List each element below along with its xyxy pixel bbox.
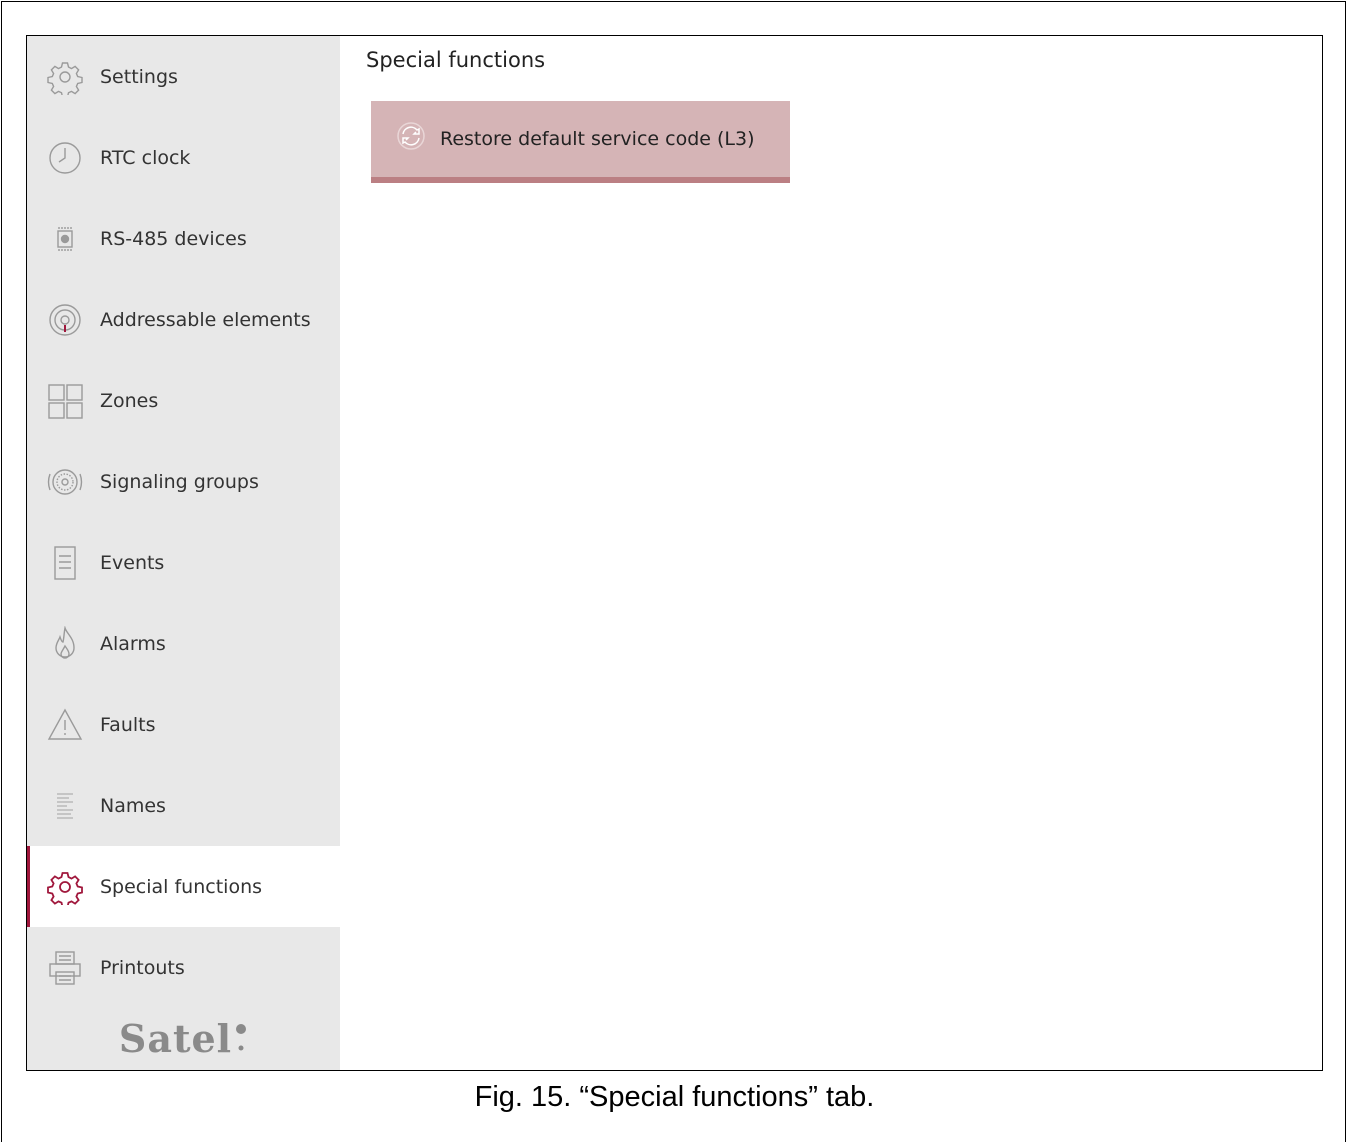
list-icon [47,788,83,824]
flame-icon [47,625,83,662]
page-title: Special functions [366,48,546,72]
gear-icon [47,59,83,95]
refresh-icon [396,121,426,151]
sidebar-item-label: Names [100,794,166,817]
warning-icon [47,707,83,743]
sidebar-item-rtc-clock[interactable]: RTC clock [27,117,340,198]
sidebar-item-special-functions[interactable]: Special functions [27,846,340,927]
logo-text: Satel [118,1015,233,1061]
sidebar-item-printouts[interactable]: Printouts [27,927,340,1008]
sidebar-item-addressable-elements[interactable]: Addressable elements [27,279,340,360]
satel-logo: Satel [27,1006,340,1070]
restore-button-label: Restore default service code (L3) [440,128,755,150]
sidebar-item-label: Events [100,551,165,574]
sidebar-item-rs485-devices[interactable]: RS-485 devices [27,198,340,279]
main-content: Special functions Restore default servic… [340,36,1322,1070]
signaling-icon [47,464,83,500]
sidebar-item-settings[interactable]: Settings [27,36,340,117]
sidebar-item-label: Printouts [100,956,185,979]
sidebar: Settings RTC clock RS-485 devices Addres… [27,36,340,1070]
device-icon [47,221,83,257]
sidebar-item-label: Faults [100,713,156,736]
sidebar-item-label: Special functions [100,875,263,898]
sidebar-item-signaling-groups[interactable]: Signaling groups [27,441,340,522]
sidebar-item-label: RTC clock [100,146,191,169]
sidebar-item-label: Settings [100,65,178,88]
clock-icon [47,140,83,176]
gear-icon [47,869,83,905]
app-window: Settings RTC clock RS-485 devices Addres… [26,35,1323,1071]
sidebar-item-alarms[interactable]: Alarms [27,603,340,684]
zones-icon [47,383,83,419]
sidebar-item-label: Addressable elements [100,308,311,331]
logo-mark-icon [236,1024,247,1051]
printer-icon [47,950,83,986]
sidebar-item-names[interactable]: Names [27,765,340,846]
sidebar-item-events[interactable]: Events [27,522,340,603]
detector-icon [47,302,83,338]
sidebar-item-label: RS-485 devices [100,227,247,250]
sidebar-item-label: Alarms [100,632,166,655]
document-icon [47,545,83,581]
sidebar-item-label: Signaling groups [100,470,259,493]
restore-service-code-button[interactable]: Restore default service code (L3) [371,101,790,183]
sidebar-item-faults[interactable]: Faults [27,684,340,765]
sidebar-item-label: Zones [100,389,159,412]
figure-caption: Fig. 15. “Special functions” tab. [474,1081,875,1113]
sidebar-item-zones[interactable]: Zones [27,360,340,441]
